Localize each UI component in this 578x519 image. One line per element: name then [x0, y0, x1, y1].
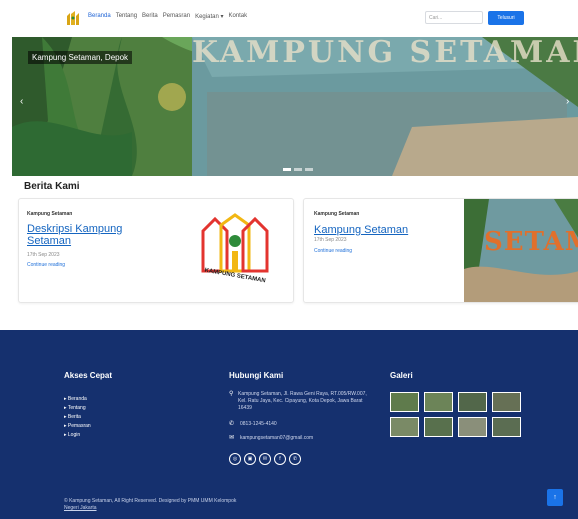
footer-link-berita[interactable]: Berita — [64, 413, 91, 422]
hero-mural-text: KAMPUNG SETAMAN — [192, 37, 578, 70]
footer-gallery — [390, 392, 521, 437]
copyright-line: Negeri Jakarta — [64, 505, 97, 511]
nav-berita[interactable]: Berita — [142, 13, 158, 20]
nav-kegiatan-dropdown[interactable]: Kegiatan ▾ — [195, 13, 223, 20]
gallery-thumbnail[interactable] — [458, 392, 487, 412]
footer-heading-galeri: Galeri — [390, 371, 413, 380]
carousel-indicator[interactable] — [283, 168, 291, 171]
location-pin-icon: ⚲ — [229, 391, 234, 397]
email-icon: ✉ — [229, 435, 235, 441]
gallery-thumbnail[interactable] — [492, 417, 521, 437]
search-input[interactable]: Cari... — [425, 11, 483, 24]
back-to-top-button[interactable]: ↑ — [547, 489, 563, 506]
nav-links: Beranda Tentang Berita Pemasran Kegiatan… — [88, 13, 247, 20]
navbar: Beranda Tentang Berita Pemasran Kegiatan… — [0, 0, 578, 36]
phone-icon: ✆ — [229, 421, 235, 427]
carousel-indicator[interactable] — [294, 168, 302, 171]
footer-address: Kampung Setaman, Jl. Rawa Geni Raya, RT.… — [238, 391, 367, 411]
footer-email[interactable]: kampungsetaman07@gmail.com — [240, 435, 313, 442]
footer-link-pemasaran[interactable]: Pemasran — [64, 422, 91, 431]
gallery-thumbnail[interactable] — [424, 417, 453, 437]
carousel-indicators — [283, 168, 313, 171]
facebook-icon[interactable]: f — [274, 453, 286, 465]
footer-link-login[interactable]: Login — [64, 431, 91, 440]
card-category: Kampung Setaman — [27, 211, 73, 217]
search-button[interactable]: Telusuri — [488, 11, 524, 25]
continue-reading-link[interactable]: Continue reading — [314, 248, 352, 254]
footer-heading-hubungi: Hubungi Kami — [229, 371, 284, 380]
gallery-thumbnail[interactable] — [390, 392, 419, 412]
card-date: 17th Sep 2023 — [314, 237, 347, 243]
card-date: 17th Sep 2023 — [27, 252, 60, 258]
gallery-thumbnail[interactable] — [458, 417, 487, 437]
social-links: ◎ ▣ ✉ f ✆ — [229, 453, 301, 465]
gallery-thumbnail[interactable] — [492, 392, 521, 412]
site-logo[interactable] — [66, 10, 80, 26]
carousel-indicator[interactable] — [305, 168, 313, 171]
carousel-next-icon[interactable]: › — [566, 96, 569, 107]
section-title-berita: Berita Kami — [24, 181, 80, 192]
copyright: © Kampung Setaman, All Right Reserved. D… — [64, 498, 236, 512]
instagram-icon[interactable]: ◎ — [229, 453, 241, 465]
continue-reading-link[interactable]: Continue reading — [27, 262, 65, 268]
card-category: Kampung Setaman — [314, 211, 360, 217]
footer-phone: 0813-1245-4140 — [240, 421, 277, 427]
footer-heading-akses: Akses Cepat — [64, 371, 113, 380]
gallery-thumbnail[interactable] — [424, 392, 453, 412]
quick-links-list: Beranda Tentang Berita Pemasran Login — [64, 395, 91, 440]
youtube-icon[interactable]: ▣ — [244, 453, 256, 465]
mail-icon[interactable]: ✉ — [259, 453, 271, 465]
nav-beranda[interactable]: Beranda — [88, 13, 111, 20]
card-title-link[interactable]: Kampung Setaman — [314, 224, 424, 236]
copyright-line: © Kampung Setaman, All Right Reserved. D… — [64, 498, 237, 504]
carousel-prev-icon[interactable]: ‹ — [20, 96, 23, 107]
kampung-setaman-logo: KAMPUNG SETAMAN — [191, 213, 279, 293]
nav-kontak[interactable]: Kontak — [228, 13, 247, 20]
nav-pemasaran[interactable]: Pemasran — [163, 13, 190, 20]
hero-caption: Kampung Setaman, Depok — [28, 51, 133, 64]
card-thumbnail[interactable]: SETAM — [464, 199, 578, 302]
gallery-thumbnail[interactable] — [390, 417, 419, 437]
whatsapp-icon[interactable]: ✆ — [289, 453, 301, 465]
card-title-link[interactable]: Deskripsi Kampung Setaman — [27, 223, 147, 247]
footer-link-tentang[interactable]: Tentang — [64, 404, 91, 413]
footer-link-beranda[interactable]: Beranda — [64, 395, 91, 404]
thumbnail-mural-text: SETAM — [484, 227, 578, 257]
nav-tentang[interactable]: Tentang — [116, 13, 137, 20]
news-card: Kampung Setaman Kampung Setaman 17th Sep… — [303, 198, 578, 303]
news-card: Kampung Setaman Deskripsi Kampung Setama… — [18, 198, 294, 303]
